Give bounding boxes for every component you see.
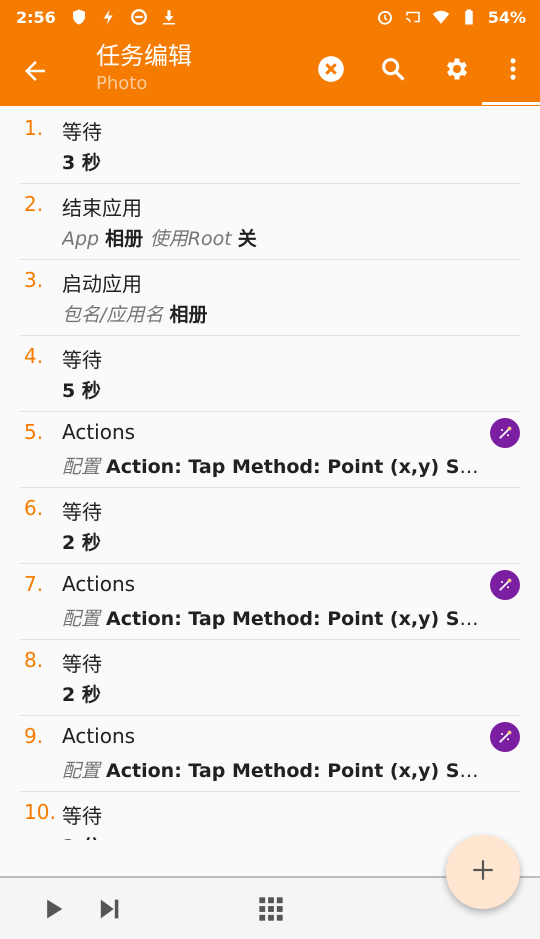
grid-icon[interactable] [254,892,288,926]
detail-value: Action: Tap Method: Point (x,y) Select… [106,608,482,630]
app-bar: 任务编辑 Photo [0,34,540,106]
task-item[interactable]: 10.等待 2 分 [20,792,520,840]
close-circle-icon[interactable] [316,54,346,84]
download-icon [160,8,178,26]
task-detail: 2 分 [62,832,101,840]
task-name: 等待 [62,348,102,372]
detail-key: 配置 [62,760,107,782]
task-name: 启动应用 [62,272,142,296]
page-subtitle: Photo [96,73,148,94]
wifi-icon [432,8,450,26]
task-name: 等待 [62,804,102,828]
task-number: 9. [24,724,44,748]
task-item[interactable]: 4. 等待 5 秒 [20,336,520,412]
task-name: 等待 [62,120,102,144]
task-detail: 配置 Action: Tap Method: Point (x,y) Selec… [62,452,482,479]
sync-icon [130,8,148,26]
page-title: 任务编辑 [96,42,192,70]
cast-icon [404,8,422,26]
search-icon[interactable] [378,54,408,84]
task-item[interactable]: 7. Actions 配置 Action: Tap Method: Point (x… [20,564,520,640]
task-number: 4. [24,344,44,368]
task-detail: 3 秒 [62,148,101,175]
add-action-button[interactable] [446,835,520,909]
task-name: Actions [62,724,136,748]
detail-value: Action: Tap Method: Point (x,y) Select… [106,760,482,782]
detail-key: 包名/应用名 [62,304,170,326]
flash-icon [100,8,118,26]
task-name: Actions [62,572,136,596]
detail-value: 相册 [105,228,150,250]
task-number: 3. [24,268,44,292]
task-item[interactable]: 3. 启动应用包名/应用名 相册 [20,260,520,336]
alarm-icon [376,8,394,26]
task-detail: 2 秒 [62,680,101,707]
detail-value: 3 秒 [62,152,101,174]
task-number: 2. [24,192,44,216]
detail-key: 配置 [62,456,107,478]
detail-value: 2 分 [62,836,101,840]
status-bar: 2:56 54% [0,0,540,34]
task-item[interactable]: 1. 等待 3 秒 [20,108,520,184]
task-list[interactable]: 1. 等待 3 秒 2. 结束应用 App 相册 使用Root 关 3. 启动应用包名/应用名… [0,108,540,840]
task-name: 结束应用 [62,196,142,220]
detail-value: 2 秒 [62,684,101,706]
task-number: 5. [24,420,44,444]
task-detail: App 相册 使用Root 关 [62,224,257,251]
detail-key: App [62,228,106,250]
task-detail: 配置 Action: Tap Method: Point (x,y) Selec… [62,756,482,783]
task-number: 6. [24,496,44,520]
detail-key: 使用Root [149,228,238,250]
more-vert-icon[interactable] [498,54,528,84]
task-detail: 5 秒 [62,376,101,403]
task-item[interactable]: 2. 结束应用 App 相册 使用Root 关 [20,184,520,260]
task-name: 等待 [62,652,102,676]
plugin-badge-icon [490,418,520,448]
task-detail: 2 秒 [62,528,101,555]
task-number: 7. [24,572,44,596]
task-item[interactable]: 9. Actions 配置 Action: Tap Method: Point (x… [20,716,520,792]
task-item[interactable]: 5. Actions 配置 Action: Tap Method: Point (x… [20,412,520,488]
battery-percent: 54% [487,7,526,27]
plus-icon [470,857,496,887]
task-item[interactable]: 8. 等待 2 秒 [20,640,520,716]
battery-icon [460,8,478,26]
detail-value: 相册 [169,304,208,326]
detail-value: 关 [237,228,257,250]
task-detail: 配置 Action: Tap Method: Point (x,y) Selec… [62,604,482,631]
task-number: 10. [24,800,56,824]
skip-next-icon[interactable] [92,892,126,926]
detail-value: Action: Tap Method: Point (x,y) Select… [106,456,482,478]
detail-key: 配置 [62,608,107,630]
play-icon[interactable] [36,892,70,926]
task-number: 8. [24,648,44,672]
detail-value: 5 秒 [62,380,101,402]
task-detail: 包名/应用名 相册 [62,300,207,327]
settings-icon[interactable] [442,54,472,84]
task-name: 等待 [62,500,102,524]
menu-indicator [482,102,540,105]
plugin-badge-icon [490,722,520,752]
task-item[interactable]: 6. 等待 2 秒 [20,488,520,564]
task-number: 1. [24,116,44,140]
back-arrow-icon[interactable] [20,56,54,84]
shield-icon [70,8,88,26]
plugin-badge-icon [490,570,520,600]
detail-value: 2 秒 [62,532,101,554]
task-name: Actions [62,420,136,444]
status-time: 2:56 [16,7,56,27]
